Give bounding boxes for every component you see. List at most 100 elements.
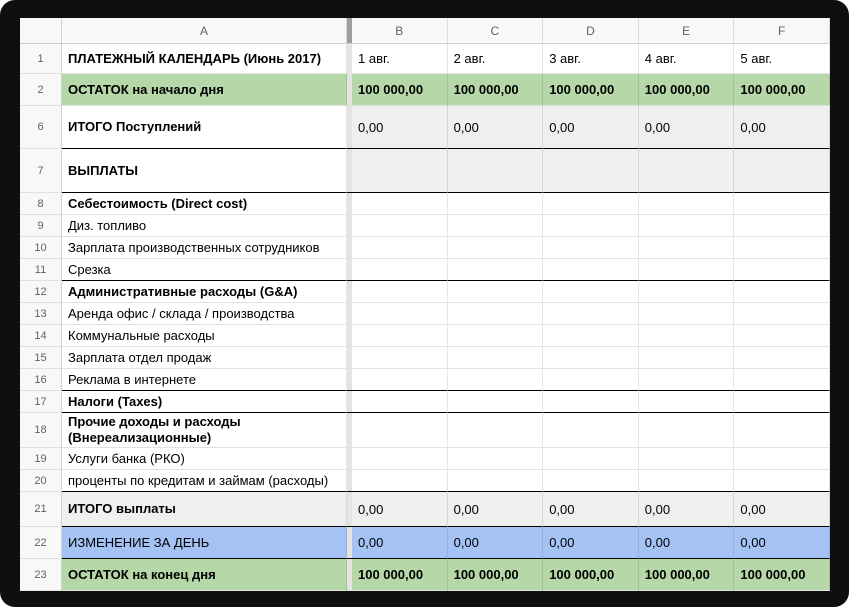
cell-value[interactable] — [543, 149, 639, 193]
cell-value[interactable]: 0,00 — [352, 527, 448, 559]
cell-label[interactable]: Услуги банка (РКО) — [62, 448, 347, 470]
cell-label[interactable]: Срезка — [62, 259, 347, 281]
cell-value[interactable]: 3 авг. — [543, 44, 639, 74]
cell-value[interactable]: 0,00 — [734, 492, 830, 527]
cell-value[interactable]: 0,00 — [352, 106, 448, 149]
cell-value[interactable] — [448, 448, 544, 470]
cell-value[interactable] — [352, 413, 448, 448]
cell-value[interactable] — [543, 391, 639, 413]
row-header-6[interactable]: 6 — [20, 106, 62, 149]
cell-value[interactable]: 0,00 — [639, 527, 735, 559]
cell-value[interactable] — [352, 259, 448, 281]
row-header-2[interactable]: 2 — [20, 74, 62, 106]
cell-value[interactable]: 1 авг. — [352, 44, 448, 74]
cell-value[interactable] — [543, 347, 639, 369]
column-header-d[interactable]: D — [543, 18, 639, 44]
row-header-17[interactable]: 17 — [20, 391, 62, 413]
cell-value[interactable]: 0,00 — [543, 492, 639, 527]
column-header-b[interactable]: B — [352, 18, 448, 44]
row-header-9[interactable]: 9 — [20, 215, 62, 237]
cell-value[interactable]: 0,00 — [543, 527, 639, 559]
cell-value[interactable] — [734, 149, 830, 193]
row-header-20[interactable]: 20 — [20, 470, 62, 492]
cell-value[interactable] — [639, 470, 735, 492]
cell-value[interactable] — [448, 237, 544, 259]
cell-value[interactable]: 0,00 — [448, 106, 544, 149]
cell-value[interactable] — [734, 347, 830, 369]
cell-value[interactable] — [639, 369, 735, 391]
row-header-19[interactable]: 19 — [20, 448, 62, 470]
cell-value[interactable] — [639, 237, 735, 259]
cell-value[interactable] — [352, 470, 448, 492]
cell-value[interactable] — [352, 391, 448, 413]
cell-value[interactable] — [352, 193, 448, 215]
cell-value[interactable] — [639, 193, 735, 215]
cell-label[interactable]: ОСТАТОК на конец дня — [62, 559, 347, 591]
cell-value[interactable]: 0,00 — [543, 106, 639, 149]
cell-value[interactable]: 0,00 — [352, 492, 448, 527]
cell-value[interactable]: 100 000,00 — [352, 74, 448, 106]
cell-value[interactable] — [448, 149, 544, 193]
cell-value[interactable] — [352, 369, 448, 391]
cell-label[interactable]: ИТОГО Поступлений — [62, 106, 347, 149]
cell-value[interactable] — [639, 413, 735, 448]
row-header-11[interactable]: 11 — [20, 259, 62, 281]
cell-value[interactable] — [639, 347, 735, 369]
cell-value[interactable] — [352, 281, 448, 303]
cell-value[interactable]: 0,00 — [639, 492, 735, 527]
column-header-e[interactable]: E — [639, 18, 735, 44]
cell-value[interactable]: 100 000,00 — [734, 559, 830, 591]
cell-value[interactable] — [734, 369, 830, 391]
cell-value[interactable] — [352, 448, 448, 470]
cell-value[interactable] — [543, 325, 639, 347]
cell-value[interactable] — [448, 303, 544, 325]
cell-value[interactable] — [543, 448, 639, 470]
cell-value[interactable] — [543, 215, 639, 237]
cell-label[interactable]: проценты по кредитам и займам (расходы) — [62, 470, 347, 492]
row-header-16[interactable]: 16 — [20, 369, 62, 391]
cell-value[interactable] — [352, 215, 448, 237]
cell-value[interactable] — [448, 347, 544, 369]
cell-label[interactable]: ИТОГО выплаты — [62, 492, 347, 527]
cell-value[interactable] — [448, 193, 544, 215]
cell-value[interactable]: 100 000,00 — [639, 559, 735, 591]
column-header-a[interactable]: A — [62, 18, 347, 44]
cell-value[interactable] — [448, 215, 544, 237]
cell-value[interactable] — [543, 413, 639, 448]
cell-value[interactable] — [639, 303, 735, 325]
cell-value[interactable]: 100 000,00 — [543, 559, 639, 591]
cell-label[interactable]: Налоги (Taxes) — [62, 391, 347, 413]
cell-value[interactable] — [448, 325, 544, 347]
cell-value[interactable]: 100 000,00 — [639, 74, 735, 106]
cell-value[interactable] — [448, 413, 544, 448]
cell-value[interactable]: 100 000,00 — [734, 74, 830, 106]
cell-value[interactable]: 100 000,00 — [448, 559, 544, 591]
row-header-23[interactable]: 23 — [20, 559, 62, 591]
cell-value[interactable]: 100 000,00 — [448, 74, 544, 106]
cell-value[interactable] — [543, 259, 639, 281]
row-header-15[interactable]: 15 — [20, 347, 62, 369]
row-header-21[interactable]: 21 — [20, 492, 62, 527]
cell-value[interactable] — [448, 391, 544, 413]
cell-value[interactable]: 5 авг. — [734, 44, 830, 74]
cell-value[interactable] — [543, 303, 639, 325]
cell-value[interactable] — [734, 413, 830, 448]
column-header-f[interactable]: F — [734, 18, 830, 44]
cell-value[interactable] — [639, 325, 735, 347]
cell-value[interactable]: 4 авг. — [639, 44, 735, 74]
cell-value[interactable] — [352, 149, 448, 193]
cell-value[interactable] — [352, 237, 448, 259]
column-header-c[interactable]: C — [448, 18, 544, 44]
cell-value[interactable] — [543, 281, 639, 303]
cell-value[interactable]: 0,00 — [734, 106, 830, 149]
cell-label[interactable]: Диз. топливо — [62, 215, 347, 237]
cell-value[interactable]: 0,00 — [448, 492, 544, 527]
cell-label[interactable]: Прочие доходы и расходы (Внереализационн… — [62, 413, 347, 448]
cell-value[interactable] — [543, 470, 639, 492]
cell-value[interactable] — [352, 325, 448, 347]
cell-value[interactable] — [734, 391, 830, 413]
cell-label[interactable]: Себестоимость (Direct cost) — [62, 193, 347, 215]
cell-value[interactable] — [448, 369, 544, 391]
cell-value[interactable]: 100 000,00 — [543, 74, 639, 106]
cell-value[interactable] — [352, 347, 448, 369]
